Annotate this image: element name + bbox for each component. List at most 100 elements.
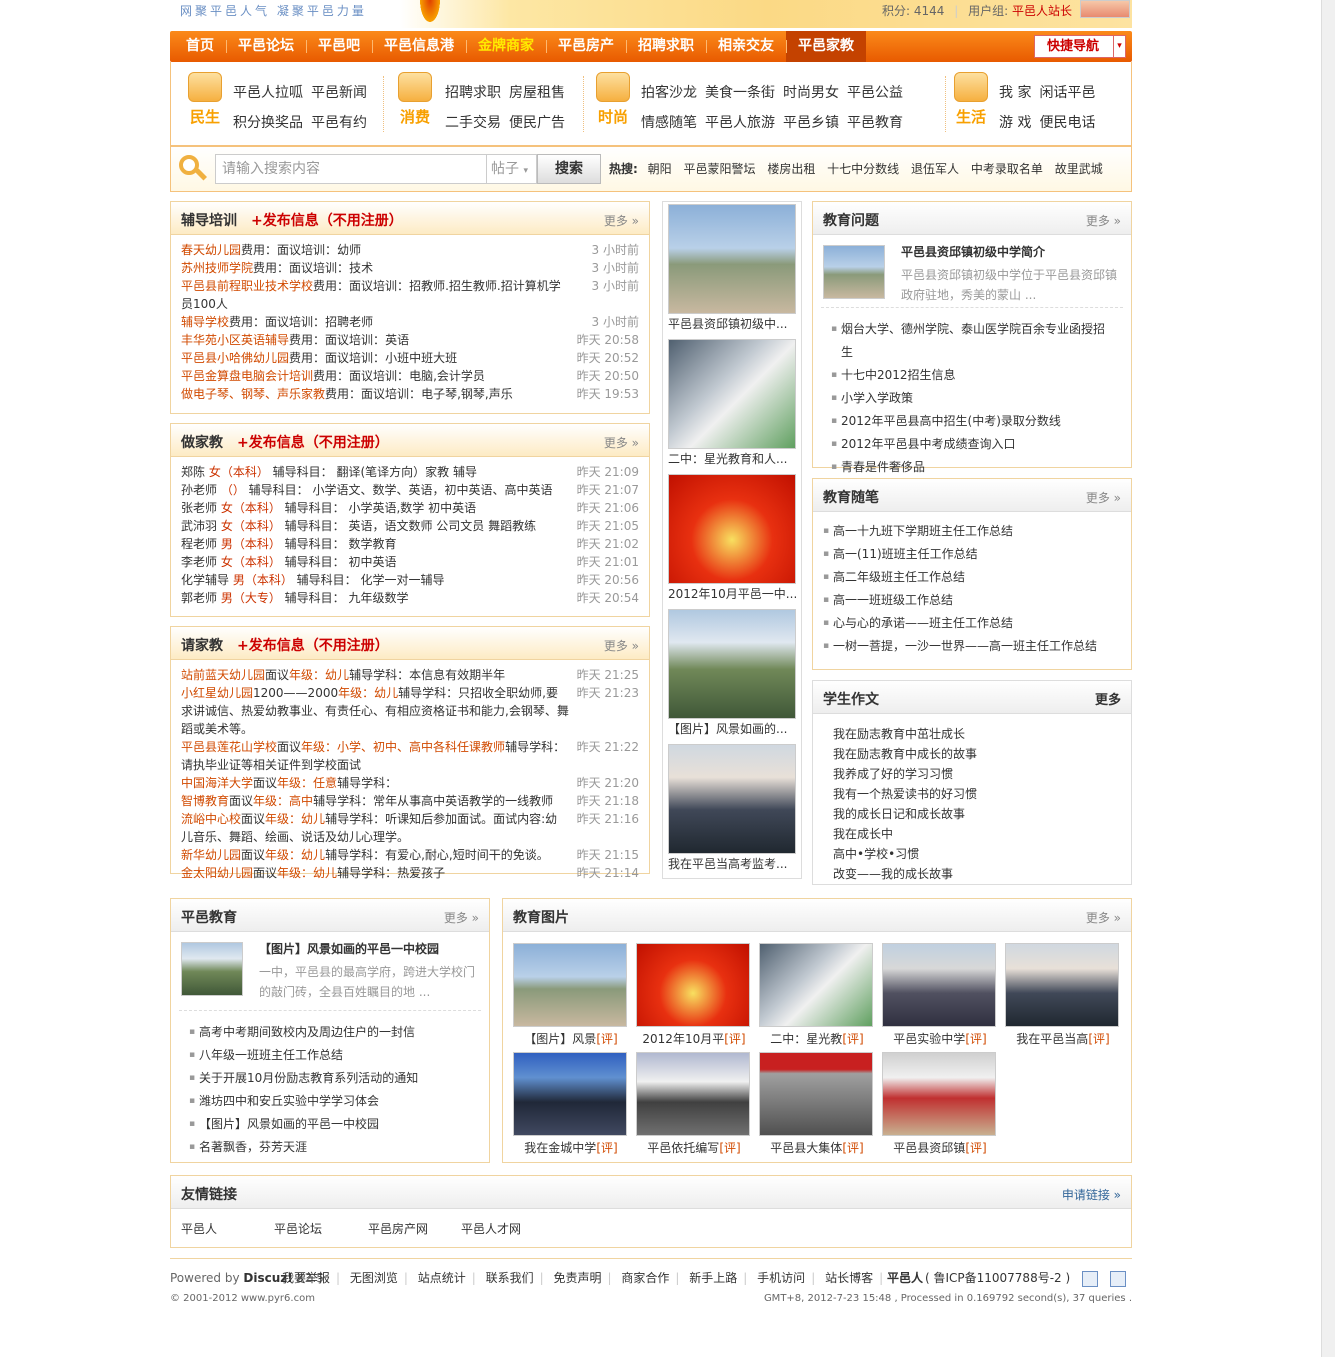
photo-image[interactable] — [668, 609, 796, 719]
article-link[interactable]: 【图片】风景如画的平邑一中校园 — [189, 1113, 471, 1136]
picture-caption[interactable]: 平邑县大集体[评] — [759, 1139, 875, 1156]
footer-link[interactable]: 站长博客 — [825, 1271, 873, 1285]
scrollbar[interactable] — [1321, 0, 1335, 1357]
picture-item[interactable]: 平邑实验中学[评] — [882, 943, 998, 1047]
org-link[interactable]: 金太阳幼儿园 — [181, 866, 253, 880]
picture-caption[interactable]: 二中：星光教[评] — [759, 1030, 875, 1047]
hot-word[interactable]: 中考录取名单 — [971, 162, 1043, 176]
friend-link[interactable]: 平邑人才网 — [461, 1220, 521, 1237]
picture-title[interactable]: 我在金城中学 — [524, 1141, 596, 1155]
article-link[interactable]: 八年级一班班主任工作总结 — [189, 1044, 471, 1067]
footer-link[interactable]: 新手上路 — [689, 1271, 737, 1285]
picture-title[interactable]: 平邑依托编写 — [647, 1141, 719, 1155]
avatar[interactable] — [1080, 0, 1130, 18]
picture-thumb[interactable] — [882, 1052, 996, 1136]
nav-item-info[interactable]: 平邑信息港 — [372, 31, 466, 62]
channel-link[interactable]: 平邑新闻 — [311, 85, 367, 101]
picture-item[interactable]: 我在平邑当高[评] — [1005, 943, 1121, 1047]
footer-link[interactable]: 免责声明 — [554, 1271, 602, 1285]
quick-nav-button[interactable]: 快捷导航 ▾ — [1034, 35, 1126, 58]
picture-title[interactable]: 我在平邑当高 — [1016, 1032, 1088, 1046]
photo-image[interactable] — [668, 744, 796, 854]
photo-image[interactable] — [668, 204, 796, 314]
article-link[interactable]: 潍坊四中和安丘实验中学学习体会 — [189, 1090, 471, 1113]
article-link[interactable]: 高二年级班主任工作总结 — [823, 566, 1121, 589]
photo-caption[interactable]: 我在平邑当高考监考... — [668, 856, 796, 872]
featured-title[interactable]: 平邑县资邱镇初级中学简介 — [901, 243, 1045, 260]
org-link[interactable]: 小红星幼儿园 — [181, 686, 253, 700]
footer-link[interactable]: 我要举报 — [282, 1271, 330, 1285]
more-link[interactable]: 更多 » — [1086, 212, 1121, 229]
more-link[interactable]: 更多 » — [1086, 489, 1121, 506]
tutor-name[interactable]: 武沛羽 — [181, 519, 221, 533]
photo-caption[interactable]: 2012年10月平邑一中... — [668, 586, 796, 602]
channel-link[interactable]: 情感随笔 — [641, 115, 697, 131]
nav-item-house[interactable]: 平邑房产 — [546, 31, 626, 62]
footer-link[interactable]: 站点统计 — [418, 1271, 466, 1285]
comment-link[interactable]: [评] — [719, 1141, 740, 1155]
picture-thumb[interactable] — [636, 943, 750, 1027]
photo-item[interactable]: 2012年10月平邑一中... — [668, 474, 796, 602]
hot-word[interactable]: 退伍军人 — [911, 162, 959, 176]
article-link[interactable]: 我的成长日记和成长故事 — [833, 804, 1121, 824]
picture-thumb[interactable] — [882, 943, 996, 1027]
friend-link[interactable]: 平邑论坛 — [274, 1220, 322, 1237]
publish-link[interactable]: +发布信息（不用注册） — [251, 213, 403, 229]
article-link[interactable]: 我在成长中 — [833, 824, 1121, 844]
org-link[interactable]: 站前蓝天幼儿园 — [181, 668, 265, 682]
photo-caption[interactable]: 【图片】风景如画的... — [668, 721, 796, 737]
tutor-name[interactable]: 张老师 — [181, 501, 221, 515]
org-link[interactable]: 平邑县莲花山学校 — [181, 740, 277, 754]
article-link[interactable]: 高中•学校•习惯 — [833, 844, 1121, 864]
picture-title[interactable]: 【图片】风景 — [524, 1032, 596, 1046]
comment-link[interactable]: [评] — [596, 1141, 617, 1155]
friend-link[interactable]: 平邑房产网 — [368, 1220, 428, 1237]
article-link[interactable]: 2012年平邑县中考成绩查询入口 — [831, 433, 1113, 456]
picture-caption[interactable]: 平邑实验中学[评] — [882, 1030, 998, 1047]
org-link[interactable]: 智博教育 — [181, 794, 229, 808]
picture-caption[interactable]: 平邑依托编写[评] — [636, 1139, 752, 1156]
comment-link[interactable]: [评] — [965, 1032, 986, 1046]
channel-link[interactable]: 平邑教育 — [847, 115, 903, 131]
picture-caption[interactable]: 【图片】风景[评] — [513, 1030, 629, 1047]
tutor-name[interactable]: 孙老师 — [181, 483, 221, 497]
footer-link[interactable]: 商家合作 — [621, 1271, 669, 1285]
org-link[interactable]: 平邑金算盘电脑会计培训 — [181, 369, 313, 383]
article-link[interactable]: 高一一班班级工作总结 — [823, 589, 1121, 612]
picture-thumb[interactable] — [759, 943, 873, 1027]
picture-caption[interactable]: 2012年10月平[评] — [636, 1030, 752, 1047]
channel-link[interactable]: 便民广告 — [509, 115, 565, 131]
picture-item[interactable]: 平邑依托编写[评] — [636, 1052, 752, 1156]
article-link[interactable]: 十七中2012招生信息 — [831, 364, 1113, 387]
nav-item-dating[interactable]: 相亲交友 — [706, 31, 786, 62]
publish-link[interactable]: +发布信息（不用注册） — [237, 435, 389, 451]
icp-link[interactable]: ( 鲁ICP备11007788号-2 ) — [925, 1271, 1070, 1285]
comment-link[interactable]: [评] — [965, 1141, 986, 1155]
org-link[interactable]: 辅导学校 — [181, 315, 229, 329]
article-link[interactable]: 心与心的承诺——班主任工作总结 — [823, 612, 1121, 635]
paw-icon[interactable] — [1110, 1270, 1126, 1287]
photo-caption[interactable]: 平邑县资邱镇初级中... — [668, 316, 796, 332]
article-link[interactable]: 烟台大学、德州学院、泰山医学院百余专业函授招生 — [831, 318, 1113, 364]
channel-link[interactable]: 游 戏 — [999, 115, 1031, 131]
article-link[interactable]: 高考中考期间致校内及周边住户的一封信 — [189, 1021, 471, 1044]
more-link[interactable]: 更多 — [1095, 689, 1121, 708]
points-label[interactable]: 积分: 4144 — [882, 4, 944, 18]
photo-image[interactable] — [668, 474, 796, 584]
picture-item[interactable]: 平邑县资邱镇[评] — [882, 1052, 998, 1156]
comment-link[interactable]: [评] — [1088, 1032, 1109, 1046]
channel-link[interactable]: 房屋租售 — [509, 85, 565, 101]
nav-item-bar[interactable]: 平邑吧 — [306, 31, 372, 62]
comment-link[interactable]: [评] — [596, 1032, 617, 1046]
channel-link[interactable]: 美食一条街 — [705, 85, 775, 101]
featured-title[interactable]: 【图片】风景如画的平邑一中校园 — [259, 940, 439, 957]
picture-title[interactable]: 2012年10月平 — [642, 1032, 724, 1046]
friend-link[interactable]: 平邑人 — [181, 1220, 217, 1237]
tutor-name[interactable]: 郭老师 — [181, 591, 221, 605]
article-link[interactable]: 我养成了好的学习习惯 — [833, 764, 1121, 784]
channel-link[interactable]: 平邑人拉呱 — [233, 85, 303, 101]
picture-item[interactable]: 2012年10月平[评] — [636, 943, 752, 1047]
more-link[interactable]: 更多 » — [1086, 909, 1121, 926]
org-link[interactable]: 平邑县前程职业技术学校 — [181, 279, 313, 293]
article-link[interactable]: 改变——我的成长故事 — [833, 864, 1121, 884]
